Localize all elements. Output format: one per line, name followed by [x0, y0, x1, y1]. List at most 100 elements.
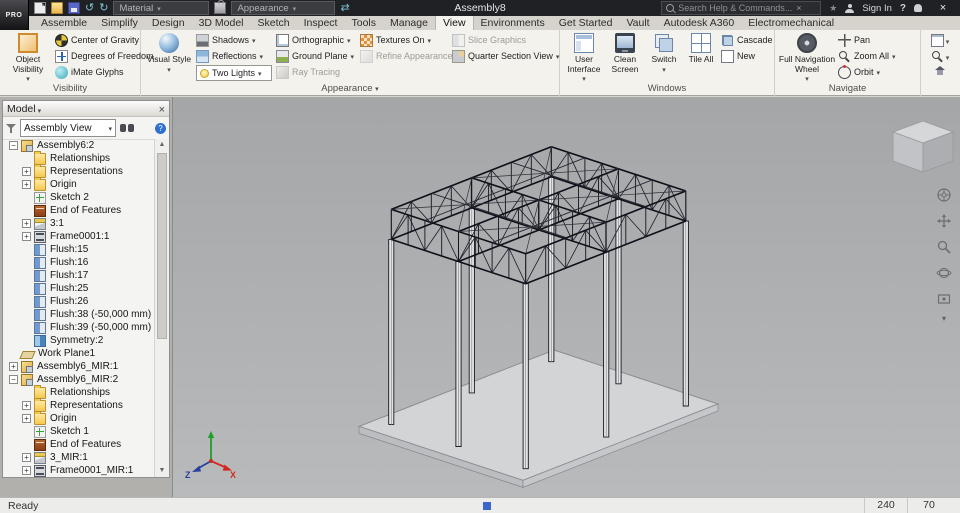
tree-item[interactable]: +3:1 — [3, 217, 154, 230]
save-icon[interactable] — [68, 2, 80, 14]
tab-manage[interactable]: Manage — [383, 16, 435, 30]
paint-bucket-icon[interactable] — [214, 0, 227, 14]
tree-item[interactable]: − Assembly6:2 — [3, 139, 154, 152]
tree-item[interactable]: + Representations — [3, 397, 154, 412]
steering-wheel-icon[interactable] — [934, 185, 954, 205]
cascade-button[interactable]: Cascade — [719, 32, 773, 48]
expand-icon[interactable]: + — [22, 466, 31, 475]
expand-icon[interactable]: + — [22, 167, 31, 176]
expand-icon[interactable]: + — [22, 414, 31, 423]
expand-icon[interactable]: + — [22, 232, 31, 241]
tab-view[interactable]: View — [434, 15, 474, 30]
full-navigation-wheel-button[interactable]: Full Navigation Wheel — [778, 31, 836, 81]
tree-item[interactable]: Flush:25 — [3, 282, 154, 295]
tree-item[interactable]: Flush:16 — [3, 256, 154, 269]
redo-icon[interactable]: ↻ — [99, 2, 108, 14]
tree-item[interactable]: + Origin — [3, 410, 154, 425]
expand-icon[interactable]: + — [22, 219, 31, 228]
favorites-icon[interactable] — [829, 2, 837, 14]
tab-environments[interactable]: Environments — [474, 16, 552, 30]
tile-all-button[interactable]: Tile All — [683, 31, 719, 81]
textures-on-button[interactable]: Textures On — [358, 32, 450, 48]
panel-label-visibility[interactable]: Visibility — [0, 83, 140, 95]
pan-icon[interactable] — [934, 211, 954, 231]
clean-screen-button[interactable]: Clean Screen — [605, 31, 645, 81]
tree-item[interactable]: + Representations — [3, 163, 154, 178]
tab-autodesk-a360[interactable]: Autodesk A360 — [657, 16, 742, 30]
tab-design[interactable]: Design — [145, 16, 192, 30]
tree-item[interactable]: − Assembly6_MIR:2 — [3, 373, 154, 386]
tree-item[interactable]: Sketch 1 — [3, 425, 154, 438]
look-at-icon[interactable] — [934, 289, 954, 309]
quarter-section-view-button[interactable]: Quarter Section View — [450, 48, 554, 64]
tree-item[interactable]: Flush:17 — [3, 269, 154, 282]
scrollbar-thumb[interactable] — [157, 153, 167, 339]
tree-item[interactable]: Sketch 2 — [3, 191, 154, 204]
tree-item[interactable]: + Origin — [3, 176, 154, 191]
browser-scrollbar[interactable] — [154, 139, 169, 477]
tab-get-started[interactable]: Get Started — [552, 16, 620, 30]
help-search-box[interactable]: Search Help & Commands... — [661, 1, 822, 15]
update-icon[interactable]: ⇄ — [340, 2, 349, 14]
orthographic-button[interactable]: Orthographic — [274, 32, 358, 48]
scroll-up-icon[interactable] — [157, 140, 167, 150]
application-menu-button[interactable]: PRO — [0, 0, 29, 30]
ground-plane-button[interactable]: Ground Plane — [274, 48, 358, 64]
notifications-icon[interactable] — [914, 4, 922, 12]
center-of-gravity-button[interactable]: Center of Gravity — [53, 32, 139, 48]
sign-in-button[interactable]: Sign In — [862, 3, 892, 14]
navbar-more-icon[interactable] — [942, 315, 946, 323]
tree-item[interactable]: + Assembly6_MIR:1 — [3, 360, 154, 373]
tree-item[interactable]: Flush:26 — [3, 295, 154, 308]
degrees-of-freedom-button[interactable]: Degrees of Freedom — [53, 48, 154, 64]
panel-label-appearance[interactable]: Appearance — [141, 83, 559, 95]
expand-icon[interactable]: + — [22, 401, 31, 410]
material-combo[interactable]: Material — [113, 1, 210, 15]
zoom-all-button[interactable]: Zoom All — [836, 48, 906, 64]
tree-item[interactable]: Flush:38 (-50,000 mm) — [3, 308, 154, 321]
new-file-icon[interactable] — [34, 2, 46, 14]
collapse-icon[interactable]: − — [9, 141, 18, 150]
tree-item[interactable]: End of Features — [3, 204, 154, 217]
appearance-combo[interactable]: Appearance — [231, 1, 336, 15]
close-panel-icon[interactable] — [159, 100, 165, 118]
pan-button[interactable]: Pan — [836, 32, 906, 48]
tab-tools[interactable]: Tools — [344, 16, 383, 30]
new-window-button[interactable]: New — [719, 48, 771, 64]
tree-item[interactable]: Work Plane1 — [3, 347, 154, 360]
imate-glyphs-button[interactable]: iMate Glyphs — [53, 64, 137, 80]
panel-label-windows[interactable]: Windows — [560, 83, 774, 95]
home-view-button[interactable] — [932, 64, 949, 80]
expand-icon[interactable]: + — [22, 180, 31, 189]
tree-item[interactable]: Symmetry:2 — [3, 334, 154, 347]
tab-inspect[interactable]: Inspect — [297, 16, 345, 30]
switch-button[interactable]: Switch — [645, 31, 683, 81]
orbit-icon[interactable] — [934, 263, 954, 283]
panel-label-navigate[interactable]: Navigate — [775, 83, 920, 95]
close-window-button[interactable] — [930, 2, 956, 14]
tree-item[interactable]: Flush:15 — [3, 243, 154, 256]
help-icon[interactable] — [900, 2, 906, 15]
browser-title[interactable]: Model — [7, 103, 36, 115]
tree-item[interactable]: Flush:39 (-50,000 mm) — [3, 321, 154, 334]
tab-simplify[interactable]: Simplify — [94, 16, 145, 30]
visual-style-button[interactable]: Visual Style — [144, 31, 194, 81]
tab-electromechanical[interactable]: Electromechanical — [741, 16, 841, 30]
orbit-button[interactable]: Orbit — [836, 64, 906, 80]
find-icon[interactable] — [120, 123, 134, 133]
expand-icon[interactable]: + — [22, 453, 31, 462]
open-icon[interactable] — [51, 2, 63, 14]
tab-sketch[interactable]: Sketch — [251, 16, 297, 30]
expand-icon[interactable]: + — [9, 362, 18, 371]
tree-item[interactable]: + Frame0001:1 — [3, 230, 154, 243]
tab-3d-model[interactable]: 3D Model — [192, 16, 251, 30]
browser-help-icon[interactable]: ? — [155, 122, 166, 134]
sheets-button[interactable] — [929, 32, 952, 48]
tree-item[interactable]: Relationships — [3, 384, 154, 399]
two-lights-combo[interactable]: Two Lights — [196, 65, 272, 81]
viewport[interactable]: XZ — [172, 97, 960, 497]
undo-icon[interactable]: ↺ — [85, 2, 94, 14]
collapse-icon[interactable]: − — [9, 375, 18, 384]
scroll-down-icon[interactable] — [157, 466, 167, 476]
filter-icon[interactable] — [6, 123, 16, 133]
